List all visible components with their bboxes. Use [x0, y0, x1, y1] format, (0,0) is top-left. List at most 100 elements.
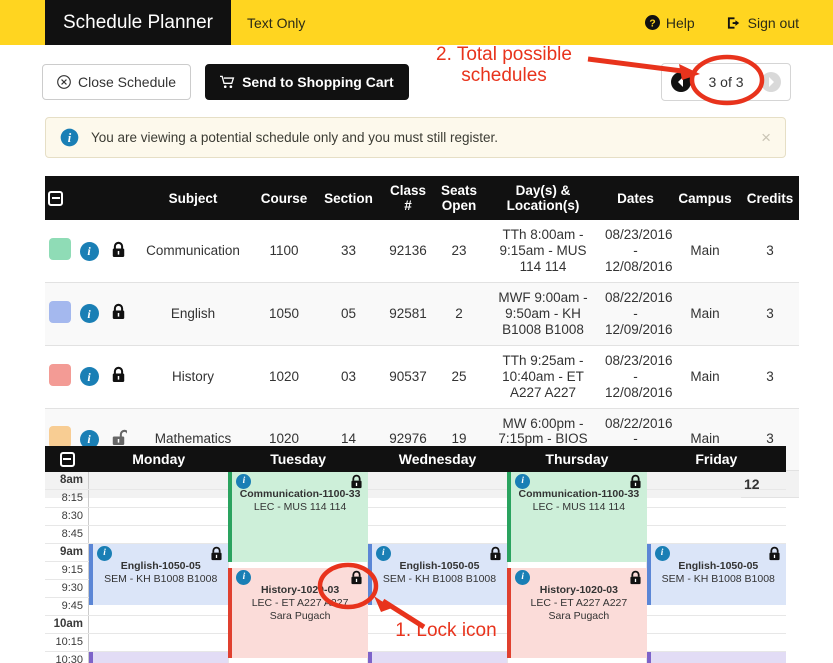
table-row[interactable]: i English 1050 05 92581 2 MWF 9:00am - 9:50am … — [45, 282, 799, 346]
info-circle-icon[interactable]: i — [79, 241, 99, 261]
course-lock-toggle[interactable] — [103, 282, 133, 346]
calendar-event[interactable]: i English-1050-05 SEM - KH B1008 B1008 — [646, 544, 786, 606]
lock-closed-icon[interactable] — [110, 241, 127, 258]
header-dates[interactable]: Dates — [602, 176, 669, 221]
lock-closed-icon[interactable] — [110, 366, 127, 383]
info-circle-icon[interactable]: i — [236, 570, 252, 586]
calendar-cell-wednesday[interactable] — [368, 616, 508, 633]
nav-link-help[interactable]: ? Help — [629, 0, 711, 45]
event-lock-toggle[interactable] — [209, 546, 224, 565]
calendar-cell-friday[interactable] — [647, 490, 786, 507]
info-circle-icon[interactable]: i — [97, 546, 112, 562]
calendar-cell-wednesday[interactable] — [368, 634, 508, 651]
course-info-button[interactable]: i — [75, 220, 103, 283]
course-lock-toggle[interactable] — [103, 220, 133, 283]
nav-link-text-only[interactable]: Text Only — [231, 0, 321, 45]
send-to-shopping-cart-button[interactable]: Send to Shopping Cart — [205, 64, 409, 100]
calendar-cell-friday[interactable] — [647, 472, 786, 489]
info-circle-icon[interactable]: i — [515, 570, 531, 586]
header-credits[interactable]: Credits — [741, 176, 799, 221]
event-info-button[interactable]: i — [375, 546, 391, 562]
table-row[interactable]: i History 1020 03 90537 25 TTh 9:25am - 10:40a… — [45, 345, 799, 409]
event-lock-toggle[interactable] — [349, 570, 364, 589]
lock-closed-icon[interactable] — [209, 546, 224, 561]
header-class-number[interactable]: Class # — [382, 176, 434, 221]
table-row[interactable]: i Communication 1100 33 92136 23 TTh 8:00am - … — [45, 220, 799, 283]
calendar-event[interactable]: i Communication-1100-33 LEC - MUS 114 114 — [228, 472, 368, 562]
header-lock — [103, 176, 133, 221]
calendar-event[interactable] — [367, 652, 508, 663]
nav-link-sign-out[interactable]: Sign out — [711, 0, 815, 45]
lock-closed-icon[interactable] — [349, 474, 364, 489]
calendar-cell-friday[interactable] — [647, 616, 786, 633]
calendar-cell-wednesday[interactable] — [368, 490, 508, 507]
header-course[interactable]: Course — [253, 176, 315, 221]
header-seats-open[interactable]: Seats Open — [434, 176, 484, 221]
info-circle-icon[interactable]: i — [375, 546, 391, 562]
event-lock-toggle[interactable] — [488, 546, 503, 565]
calendar-cell-wednesday[interactable] — [368, 508, 508, 525]
calendar-cell-friday[interactable] — [647, 526, 786, 543]
header-days-locations[interactable]: Day(s) & Location(s) — [484, 176, 602, 221]
event-subtitle: LEC - MUS 114 114 — [532, 501, 626, 514]
lock-closed-icon[interactable] — [767, 546, 782, 561]
calendar-time-row: 8:30 — [45, 508, 786, 526]
calendar-cell-monday[interactable] — [89, 490, 229, 507]
course-days-locations: MWF 9:00am - 9:50am - KH B1008 B1008 — [484, 282, 602, 346]
calendar-cell-monday[interactable] — [89, 472, 229, 489]
lock-closed-icon[interactable] — [628, 570, 643, 585]
info-circle-icon[interactable]: i — [654, 546, 670, 562]
calendar-day-tuesday: Tuesday — [270, 451, 326, 467]
arrow-circle-left-icon[interactable] — [670, 71, 692, 93]
calendar-cell-monday[interactable] — [89, 508, 229, 525]
course-color-swatch — [45, 345, 75, 409]
calendar-cell-monday[interactable] — [89, 616, 229, 633]
calendar-event[interactable]: i English-1050-05 SEM - KH B1008 B1008 — [367, 544, 508, 606]
event-info-button[interactable]: i — [515, 570, 531, 586]
course-color-swatch — [45, 282, 75, 346]
lock-closed-icon[interactable] — [349, 570, 364, 585]
event-info-button[interactable]: i — [236, 570, 252, 586]
top-navbar: Schedule Planner Text Only ? Help Sign o… — [0, 0, 833, 45]
calendar-cell-monday[interactable] — [89, 526, 229, 543]
event-info-button[interactable]: i — [97, 546, 112, 562]
calendar-event[interactable]: i History-1020-03 LEC - ET A227 A227 Sara P… — [507, 567, 647, 658]
collapse-minus-icon[interactable] — [59, 451, 75, 467]
header-campus[interactable]: Campus — [669, 176, 741, 221]
lock-open-icon[interactable] — [110, 429, 129, 446]
course-lock-toggle[interactable] — [103, 345, 133, 409]
calendar-cell-monday[interactable] — [89, 634, 229, 651]
lock-closed-icon[interactable] — [488, 546, 503, 561]
nav-sign-out-label: Sign out — [747, 14, 799, 31]
course-info-button[interactable]: i — [75, 282, 103, 346]
close-schedule-button[interactable]: Close Schedule — [42, 64, 192, 100]
calendar-time-label: 10am — [45, 616, 89, 633]
calendar-event[interactable]: i English-1050-05 SEM - KH B1008 B1008 — [89, 544, 229, 606]
lock-closed-icon[interactable] — [110, 303, 127, 320]
calendar-collapse-toggle[interactable] — [45, 451, 89, 467]
event-info-button[interactable]: i — [654, 546, 670, 562]
info-circle-icon[interactable]: i — [79, 367, 99, 387]
calendar-cell-wednesday[interactable] — [368, 472, 508, 489]
calendar-cell-friday[interactable] — [647, 508, 786, 525]
calendar-event[interactable]: i History-1020-03 LEC - ET A227 A227 Sara P… — [228, 567, 368, 658]
course-info-button[interactable]: i — [75, 345, 103, 409]
calendar-cell-friday[interactable] — [647, 634, 786, 651]
alert-close-button[interactable]: × — [761, 129, 771, 146]
table-collapse-toggle[interactable] — [45, 176, 75, 221]
lock-closed-icon[interactable] — [628, 474, 643, 489]
header-subject[interactable]: Subject — [133, 176, 253, 221]
question-circle-icon: ? — [644, 15, 660, 30]
collapse-minus-icon[interactable] — [48, 190, 63, 206]
event-lock-toggle[interactable] — [628, 570, 643, 589]
info-circle-icon[interactable]: i — [79, 304, 99, 324]
calendar-time-label: 9am — [45, 544, 89, 561]
header-section[interactable]: Section — [315, 176, 382, 221]
calendar-event[interactable] — [89, 652, 229, 663]
course-subject: Communication — [133, 220, 253, 283]
calendar-day-monday: Monday — [132, 451, 186, 467]
event-lock-toggle[interactable] — [767, 546, 782, 565]
calendar-cell-wednesday[interactable] — [368, 526, 508, 543]
calendar-event[interactable] — [646, 652, 786, 663]
calendar-event[interactable]: i Communication-1100-33 LEC - MUS 114 114 — [507, 472, 647, 562]
